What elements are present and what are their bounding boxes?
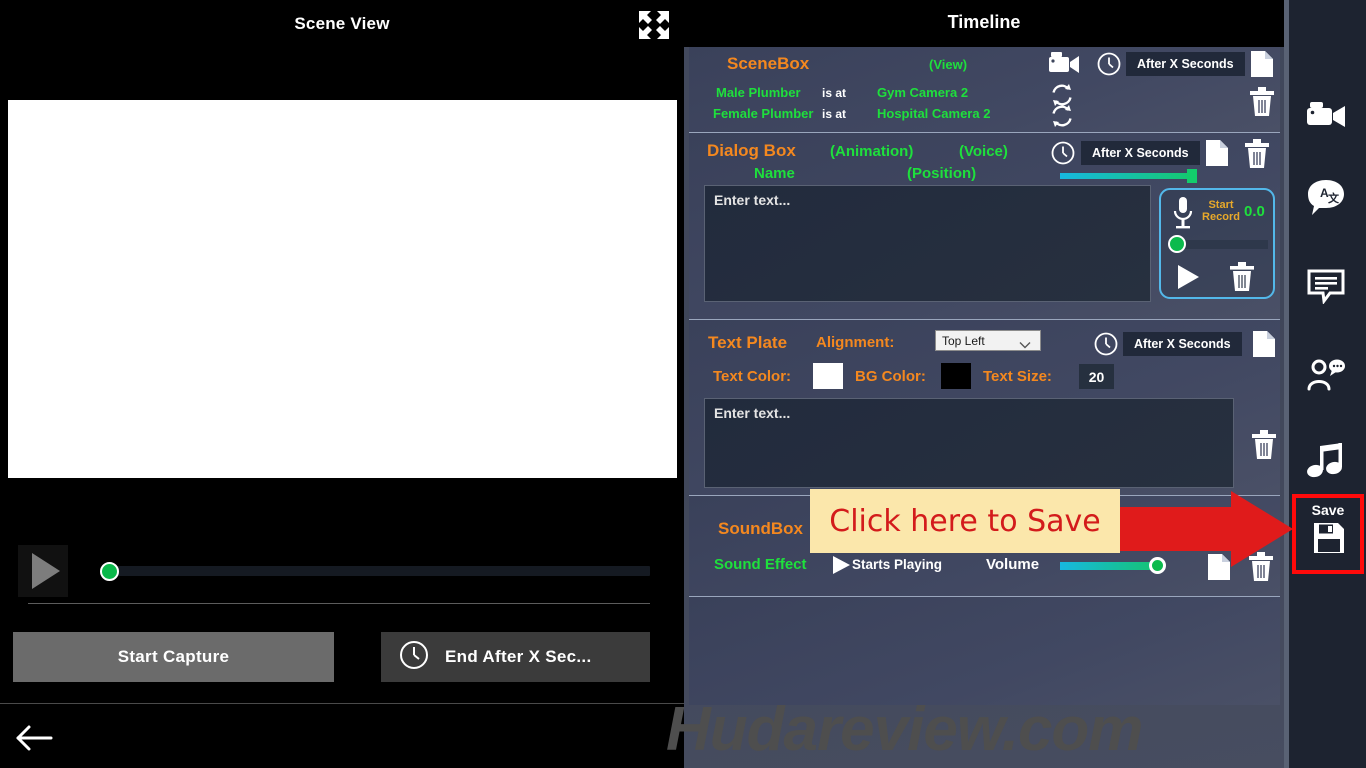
scene-canvas[interactable] <box>8 100 677 478</box>
trash-icon[interactable] <box>1248 87 1276 117</box>
dialogbox-after-x-seconds[interactable]: After X Seconds <box>1081 141 1200 165</box>
textplate-alignment-select[interactable]: Top LeftTop CenterTop RightCenterBottom … <box>935 330 1041 351</box>
dialogbox-text-placeholder: Enter text... <box>714 192 791 208</box>
textplate-text-placeholder: Enter text... <box>714 405 791 421</box>
scenebox-location-2[interactable]: Hospital Camera 2 <box>877 106 990 121</box>
dialogbox-position-label[interactable]: (Position) <box>907 165 976 182</box>
subtitle-bubble-icon[interactable] <box>1306 268 1346 308</box>
textplate-bg-color-label: BG Color: <box>855 368 926 385</box>
dialogbox-voice-label[interactable]: (Voice) <box>959 143 1008 160</box>
scenebox-row[interactable]: SceneBox (View) Male Plumber is at Gym C… <box>689 47 1280 132</box>
right-sidebar: A 文 <box>1284 0 1366 768</box>
scenebox-after-x-seconds[interactable]: After X Seconds <box>1126 52 1245 76</box>
start-capture-label: Start Capture <box>117 647 230 666</box>
dialogbox-title: Dialog Box <box>707 141 796 160</box>
timeline-header: Timeline <box>684 0 1284 47</box>
music-note-icon[interactable] <box>1306 442 1346 482</box>
textplate-row[interactable]: Text Plate Alignment: Top LeftTop Center… <box>689 319 1280 495</box>
end-after-label: End After X Sec... <box>445 647 592 666</box>
record-time-value: 0.0 <box>1244 203 1265 220</box>
duplicate-file-icon[interactable] <box>1251 330 1277 358</box>
textplate-bg-color-swatch[interactable] <box>941 363 971 389</box>
clock-icon <box>399 640 429 675</box>
scene-view-panel: Scene View Start Capture End After X Sec… <box>0 0 684 768</box>
expand-arrows-icon[interactable] <box>638 10 670 40</box>
red-arrow-annotation <box>1113 489 1293 569</box>
textplate-text-color-swatch[interactable] <box>813 363 843 389</box>
clock-icon[interactable] <box>1051 141 1075 165</box>
sync-refresh-icon[interactable] <box>1050 104 1074 128</box>
bottom-bar <box>0 703 684 768</box>
duplicate-file-icon[interactable] <box>1249 50 1275 78</box>
record-button-label[interactable]: Start Record <box>1199 199 1243 223</box>
video-camera-icon[interactable] <box>1048 50 1080 76</box>
seek-bar-track[interactable] <box>102 566 650 576</box>
trash-icon[interactable] <box>1250 430 1278 460</box>
timeline-title: Timeline <box>947 12 1021 32</box>
textplate-text-size-input[interactable]: 20 <box>1079 364 1114 389</box>
duplicate-file-icon[interactable] <box>1204 139 1230 167</box>
divider <box>28 603 650 604</box>
character-speech-icon[interactable] <box>1306 356 1346 396</box>
scenebox-character-2[interactable]: Female Plumber <box>713 106 813 121</box>
play-triangle-icon[interactable] <box>830 554 852 576</box>
timeline-panel: Timeline SceneBox (View) Male Plumber is… <box>684 0 1284 768</box>
scenebox-location-1[interactable]: Gym Camera 2 <box>877 85 968 100</box>
record-seek-track[interactable] <box>1173 240 1268 249</box>
clock-icon[interactable] <box>1094 332 1118 356</box>
dialogbox-slider-track[interactable] <box>1060 173 1192 179</box>
clock-icon[interactable] <box>1097 52 1121 76</box>
dialogbox-name-label[interactable]: Name <box>754 165 795 182</box>
scene-view-title: Scene View <box>294 14 390 33</box>
callout-text: Click here to Save <box>829 503 1101 539</box>
trash-icon[interactable] <box>1243 139 1271 169</box>
seek-bar-handle[interactable] <box>100 562 119 581</box>
textplate-title: Text Plate <box>708 333 788 352</box>
scenebox-view-label[interactable]: (View) <box>929 57 967 72</box>
trash-icon[interactable] <box>1229 262 1255 292</box>
scene-view-header: Scene View <box>0 0 684 50</box>
textplate-text-color-label: Text Color: <box>713 368 792 385</box>
save-button[interactable]: Save <box>1292 494 1364 574</box>
timeline-empty-area[interactable] <box>689 596 1280 705</box>
textplate-text-size-label: Text Size: <box>983 368 1052 385</box>
textplate-after-x-seconds[interactable]: After X Seconds <box>1123 332 1242 356</box>
voice-record-panel: Start Record 0.0 <box>1159 188 1275 299</box>
soundbox-volume-label: Volume <box>986 556 1040 573</box>
floppy-save-icon[interactable] <box>1313 522 1345 554</box>
video-camera-icon[interactable] <box>1306 100 1346 140</box>
callout-annotation: Click here to Save <box>810 489 1120 553</box>
scenebox-verb-1: is at <box>822 86 847 100</box>
record-seek-handle[interactable] <box>1168 235 1186 253</box>
dialogbox-animation-label[interactable]: (Animation) <box>830 143 913 160</box>
scenebox-character-1[interactable]: Male Plumber <box>716 85 801 100</box>
sidebar-edge-strip <box>1284 0 1289 768</box>
microphone-icon[interactable] <box>1171 196 1195 229</box>
end-after-x-sec-button[interactable]: End After X Sec... <box>381 632 650 682</box>
dialogbox-row[interactable]: Dialog Box (Animation) (Voice) Name (Pos… <box>689 132 1280 319</box>
start-capture-button[interactable]: Start Capture <box>13 632 334 682</box>
dialogbox-text-input[interactable]: Enter text... <box>704 185 1151 302</box>
soundbox-starts-playing-label[interactable]: Starts Playing <box>852 557 942 572</box>
soundbox-effect-label[interactable]: Sound Effect <box>714 556 807 573</box>
translate-bubble-icon[interactable]: A 文 <box>1306 178 1346 218</box>
dialogbox-slider-handle[interactable] <box>1187 169 1197 183</box>
textplate-alignment-label: Alignment: <box>816 334 895 351</box>
app-root: Scene View Start Capture End After X Sec… <box>0 0 1366 768</box>
play-icon[interactable] <box>1175 263 1201 291</box>
scenebox-title: SceneBox <box>727 54 810 73</box>
textplate-text-input[interactable]: Enter text... <box>704 398 1234 488</box>
back-arrow-icon[interactable] <box>14 722 54 754</box>
play-icon[interactable] <box>18 545 68 597</box>
soundbox-title: SoundBox <box>718 519 803 538</box>
scenebox-verb-2: is at <box>822 107 847 121</box>
svg-text:文: 文 <box>1328 191 1340 205</box>
save-button-label: Save <box>1311 502 1345 518</box>
